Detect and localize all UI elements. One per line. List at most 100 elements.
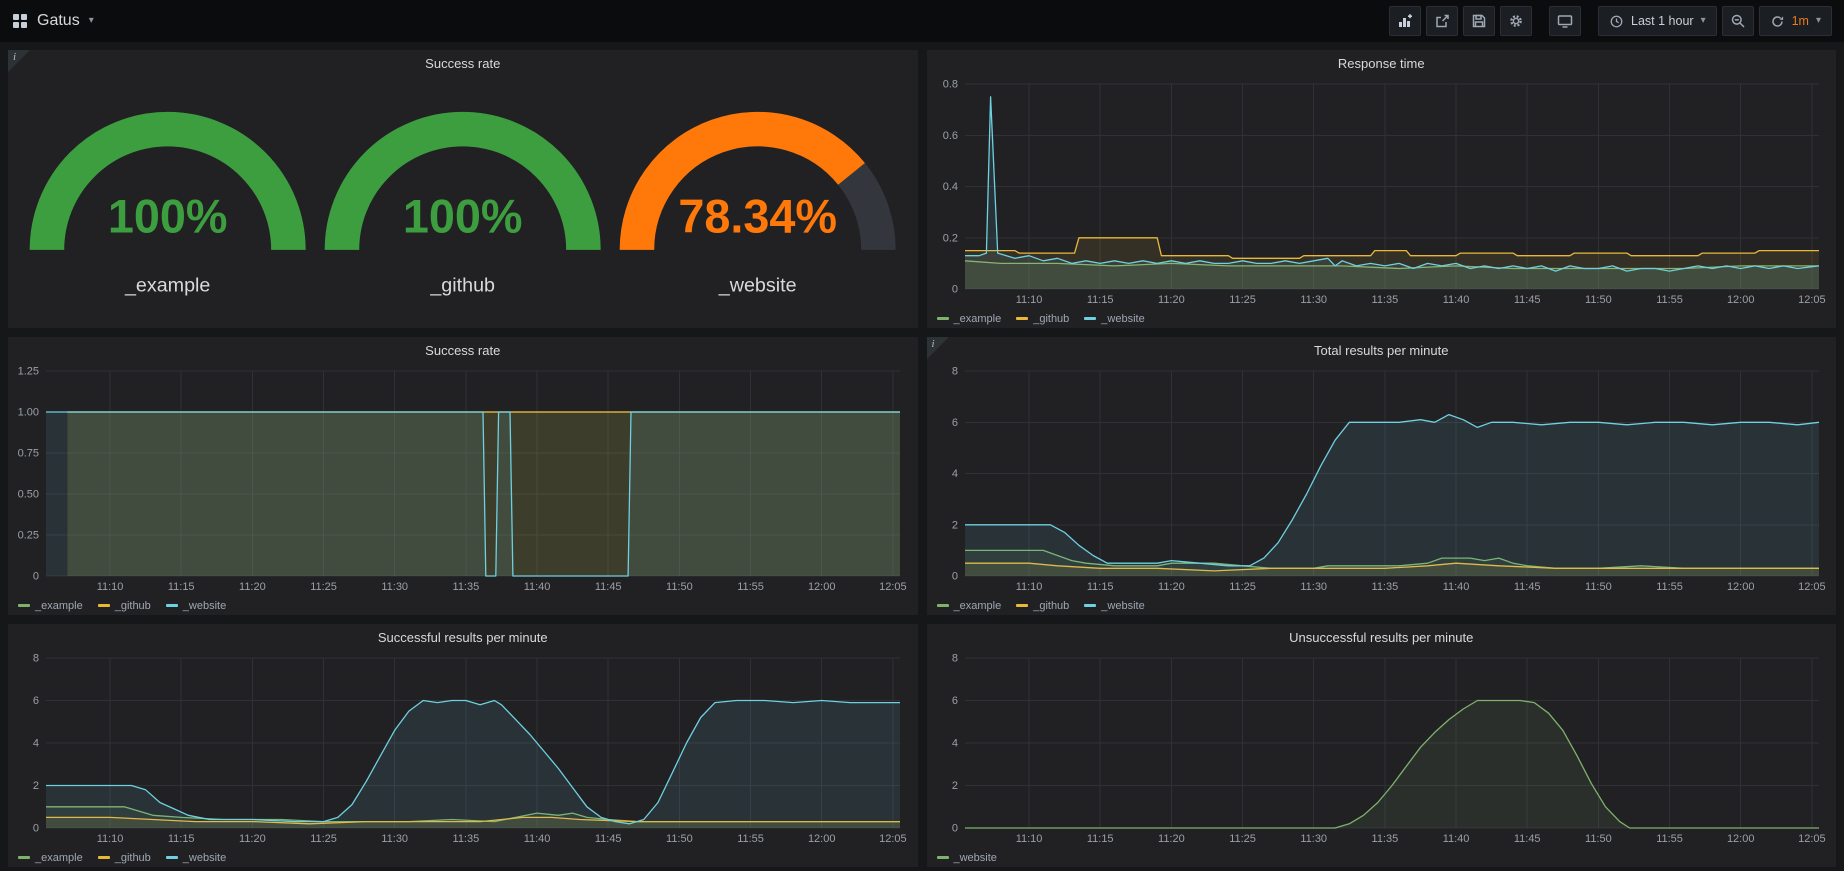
refresh-picker[interactable]: 1m ▾	[1759, 6, 1832, 36]
graph-canvas[interactable]: 0246811:1011:1511:2011:2511:3011:3511:40…	[10, 650, 912, 848]
legend-label: _example	[35, 852, 83, 864]
panel-title[interactable]: Total results per minute	[1314, 343, 1448, 358]
svg-text:11:25: 11:25	[1229, 833, 1256, 845]
svg-text:11:45: 11:45	[1513, 833, 1540, 845]
refresh-interval-label: 1m	[1792, 14, 1809, 28]
svg-text:11:25: 11:25	[1229, 581, 1256, 593]
svg-text:12:05: 12:05	[1798, 294, 1826, 306]
svg-text:0.8: 0.8	[942, 79, 957, 91]
svg-text:11:45: 11:45	[595, 581, 622, 593]
svg-text:11:20: 11:20	[239, 581, 266, 593]
svg-text:4: 4	[33, 738, 39, 750]
legend: _example _github _website	[8, 596, 918, 615]
legend-label: _website	[183, 852, 226, 864]
dashboards-grid-icon[interactable]	[12, 13, 28, 29]
svg-text:0.4: 0.4	[942, 181, 957, 193]
dashboard-grid: Success rate 100%_example100%_github78.3…	[0, 42, 1844, 871]
svg-text:2: 2	[33, 780, 39, 792]
svg-text:11:35: 11:35	[453, 833, 480, 845]
svg-text:11:40: 11:40	[524, 581, 551, 593]
share-button[interactable]	[1426, 6, 1458, 36]
graph-canvas[interactable]: 0246811:1011:1511:2011:2511:3011:3511:40…	[929, 650, 1831, 848]
svg-text:11:25: 11:25	[310, 833, 337, 845]
panel-header: Total results per minute	[927, 337, 1837, 363]
clock-icon	[1609, 14, 1624, 29]
legend-item-github[interactable]: _github	[98, 600, 151, 612]
share-icon	[1434, 13, 1450, 29]
legend-item-example[interactable]: _example	[18, 852, 83, 864]
svg-text:11:35: 11:35	[453, 581, 480, 593]
svg-text:4: 4	[951, 468, 957, 480]
svg-text:11:10: 11:10	[97, 833, 124, 845]
legend-swatch	[937, 604, 949, 607]
legend-item-example[interactable]: _example	[937, 313, 1002, 325]
panel-title[interactable]: Success rate	[425, 56, 500, 71]
legend-swatch	[98, 856, 110, 859]
svg-text:11:25: 11:25	[310, 581, 337, 593]
svg-text:11:15: 11:15	[168, 581, 195, 593]
legend-item-website[interactable]: _website	[166, 852, 226, 864]
panel-info-corner[interactable]	[927, 337, 949, 359]
svg-text:11:20: 11:20	[239, 833, 266, 845]
zoom-out-button[interactable]	[1722, 6, 1754, 36]
svg-text:11:50: 11:50	[666, 833, 693, 845]
svg-text:0: 0	[951, 284, 957, 296]
legend-swatch	[166, 604, 178, 607]
legend-label: _example	[35, 600, 83, 612]
gear-icon	[1508, 13, 1524, 29]
legend-item-example[interactable]: _example	[937, 600, 1002, 612]
svg-text:8: 8	[33, 653, 39, 665]
legend-swatch	[18, 856, 30, 859]
panel-info-corner[interactable]	[8, 50, 30, 72]
legend-label: _website	[954, 852, 997, 864]
legend-item-website[interactable]: _website	[937, 852, 997, 864]
graph-canvas[interactable]: 00.250.500.751.001.2511:1011:1511:2011:2…	[10, 363, 912, 596]
time-range-picker[interactable]: Last 1 hour ▾	[1598, 6, 1717, 36]
legend-item-github[interactable]: _github	[98, 852, 151, 864]
svg-text:12:05: 12:05	[1798, 581, 1826, 593]
svg-text:11:50: 11:50	[1585, 833, 1612, 845]
tv-mode-button[interactable]	[1549, 6, 1581, 36]
svg-text:12:00: 12:00	[808, 581, 836, 593]
svg-text:12:00: 12:00	[1726, 581, 1754, 593]
legend-item-example[interactable]: _example	[18, 600, 83, 612]
svg-text:11:55: 11:55	[737, 581, 764, 593]
svg-text:11:35: 11:35	[1371, 833, 1398, 845]
legend-label: _example	[954, 600, 1002, 612]
legend-item-github[interactable]: _github	[1016, 313, 1069, 325]
svg-text:2: 2	[951, 780, 957, 792]
zoom-out-icon	[1730, 13, 1746, 29]
legend: _example _github _website	[8, 848, 918, 867]
gauge-label: _website	[718, 275, 797, 297]
panel-header: Success rate	[8, 50, 918, 76]
legend-label: _github	[1033, 313, 1069, 325]
svg-text:11:10: 11:10	[1015, 581, 1042, 593]
panel-title[interactable]: Successful results per minute	[378, 630, 548, 645]
legend-item-website[interactable]: _website	[166, 600, 226, 612]
legend-swatch	[18, 604, 30, 607]
panel-title[interactable]: Unsuccessful results per minute	[1289, 630, 1473, 645]
svg-text:11:15: 11:15	[1086, 833, 1113, 845]
svg-text:12:00: 12:00	[1726, 833, 1754, 845]
legend-item-github[interactable]: _github	[1016, 600, 1069, 612]
legend-label: _website	[183, 600, 226, 612]
svg-text:12:05: 12:05	[879, 833, 907, 845]
svg-text:12:00: 12:00	[808, 833, 836, 845]
graph-canvas[interactable]: 00.20.40.60.811:1011:1511:2011:2511:3011…	[929, 76, 1831, 309]
gauge-value: 100%	[403, 191, 523, 243]
dashboard-title[interactable]: Gatus	[37, 12, 80, 30]
add-panel-button[interactable]	[1389, 6, 1421, 36]
monitor-icon	[1557, 13, 1573, 29]
settings-button[interactable]	[1500, 6, 1532, 36]
legend-item-website[interactable]: _website	[1084, 600, 1144, 612]
panel-title[interactable]: Response time	[1338, 56, 1425, 71]
legend-item-website[interactable]: _website	[1084, 313, 1144, 325]
dashboard-caret-down-icon[interactable]: ▾	[89, 16, 94, 26]
svg-text:11:30: 11:30	[1300, 294, 1327, 306]
save-button[interactable]	[1463, 6, 1495, 36]
panel-title[interactable]: Success rate	[425, 343, 500, 358]
graph-canvas[interactable]: 0246811:1011:1511:2011:2511:3011:3511:40…	[929, 363, 1831, 596]
legend-swatch	[166, 856, 178, 859]
panel-header: Unsuccessful results per minute	[927, 624, 1837, 650]
svg-text:11:45: 11:45	[1513, 294, 1540, 306]
